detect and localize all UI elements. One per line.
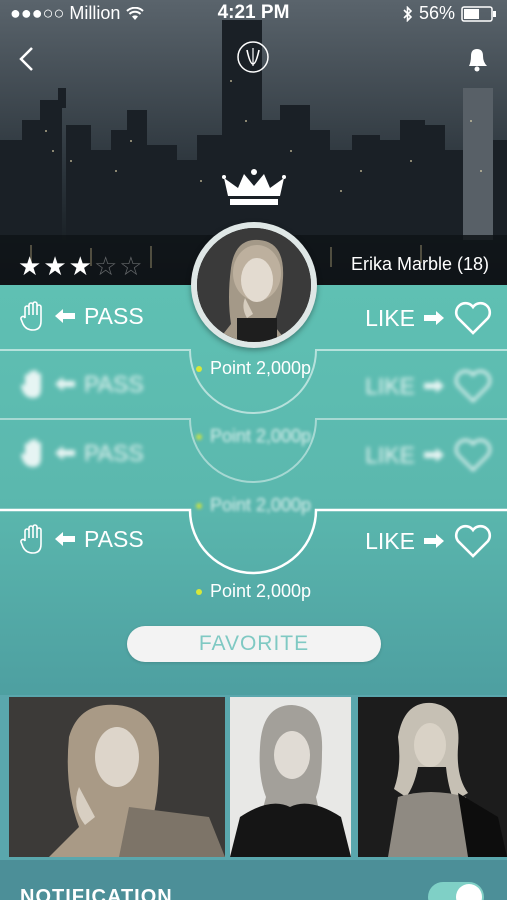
favorite-button[interactable]: FAVORITE bbox=[127, 626, 381, 662]
hand-icon bbox=[20, 370, 41, 398]
star-rating: ★ ★ ★ ☆ ☆ bbox=[18, 253, 143, 279]
notification-toggle[interactable] bbox=[428, 882, 484, 900]
profile-name: Erika Marble (18) bbox=[350, 254, 489, 274]
logo-icon bbox=[237, 41, 269, 73]
battery-icon bbox=[461, 5, 496, 22]
photo-gallery bbox=[0, 695, 507, 860]
pass-button[interactable]: PASS bbox=[20, 523, 144, 555]
pass-like-row: PASS LIKE bbox=[0, 354, 507, 422]
hand-icon bbox=[20, 439, 41, 467]
star-empty-icon: ☆ bbox=[119, 251, 143, 281]
arrow-right-icon bbox=[424, 379, 444, 393]
point-dot bbox=[195, 589, 202, 596]
hand-icon bbox=[20, 524, 42, 554]
pass-label: PASS bbox=[84, 302, 144, 329]
pass-label: PASS bbox=[84, 370, 144, 397]
gallery-photo-image bbox=[9, 697, 225, 857]
hand-icon bbox=[20, 301, 42, 331]
point-label: Point 2,000p bbox=[0, 581, 507, 602]
pass-button[interactable]: PASS bbox=[20, 437, 144, 469]
arrow-left-icon bbox=[55, 446, 75, 460]
arrow-left-icon bbox=[55, 377, 75, 391]
point-text: Point 2,000p bbox=[209, 581, 312, 601]
heart-icon bbox=[454, 369, 492, 403]
bluetooth-icon bbox=[403, 5, 413, 22]
battery-area: 56% bbox=[403, 3, 497, 24]
arrow-left-icon bbox=[55, 532, 75, 546]
screen: ●●●○○ Million 4:21 PM 56% ★ ★ ★ ☆ ☆ Erik… bbox=[0, 0, 507, 900]
pass-button[interactable]: PASS bbox=[20, 300, 144, 332]
pass-like-row: PASS LIKE bbox=[0, 423, 507, 491]
like-label: LIKE bbox=[365, 441, 415, 468]
star-icon: ★ bbox=[43, 251, 67, 281]
pass-label: PASS bbox=[84, 439, 144, 466]
battery-percent: 56% bbox=[418, 3, 455, 23]
back-chevron-icon[interactable] bbox=[14, 44, 44, 74]
like-button[interactable]: LIKE bbox=[365, 523, 493, 559]
toggle-knob bbox=[456, 884, 482, 900]
pass-like-row: PASS LIKE bbox=[0, 509, 507, 577]
gallery-photo[interactable] bbox=[9, 697, 225, 857]
arrow-right-icon bbox=[424, 534, 444, 548]
notification-label: NOTIFICATION bbox=[20, 886, 173, 900]
arrow-left-icon bbox=[55, 309, 75, 323]
like-label: LIKE bbox=[365, 304, 415, 331]
heart-icon bbox=[454, 301, 492, 335]
avatar[interactable] bbox=[197, 228, 311, 342]
gallery-photo-image bbox=[358, 697, 507, 857]
arrow-right-icon bbox=[424, 311, 444, 325]
avatar-photo bbox=[197, 228, 311, 342]
like-button[interactable]: LIKE bbox=[365, 368, 493, 404]
pass-label: PASS bbox=[84, 525, 144, 552]
star-icon: ★ bbox=[18, 251, 42, 281]
like-label: LIKE bbox=[365, 527, 415, 554]
like-label: LIKE bbox=[365, 372, 415, 399]
star-empty-icon: ☆ bbox=[93, 251, 118, 281]
arrow-right-icon bbox=[424, 448, 444, 462]
status-bar: ●●●○○ Million 4:21 PM 56% bbox=[0, 0, 507, 26]
gallery-photo[interactable] bbox=[358, 697, 507, 857]
like-button[interactable]: LIKE bbox=[365, 300, 493, 336]
gallery-photo-image bbox=[230, 697, 351, 857]
bell-icon[interactable] bbox=[463, 44, 491, 74]
gallery-photo[interactable] bbox=[230, 697, 351, 857]
like-button[interactable]: LIKE bbox=[365, 437, 493, 473]
heart-icon bbox=[454, 438, 492, 472]
star-icon: ★ bbox=[68, 251, 92, 281]
crown-icon bbox=[222, 169, 286, 205]
heart-icon bbox=[454, 524, 492, 558]
app-logo bbox=[236, 40, 270, 74]
pass-button[interactable]: PASS bbox=[20, 368, 144, 400]
